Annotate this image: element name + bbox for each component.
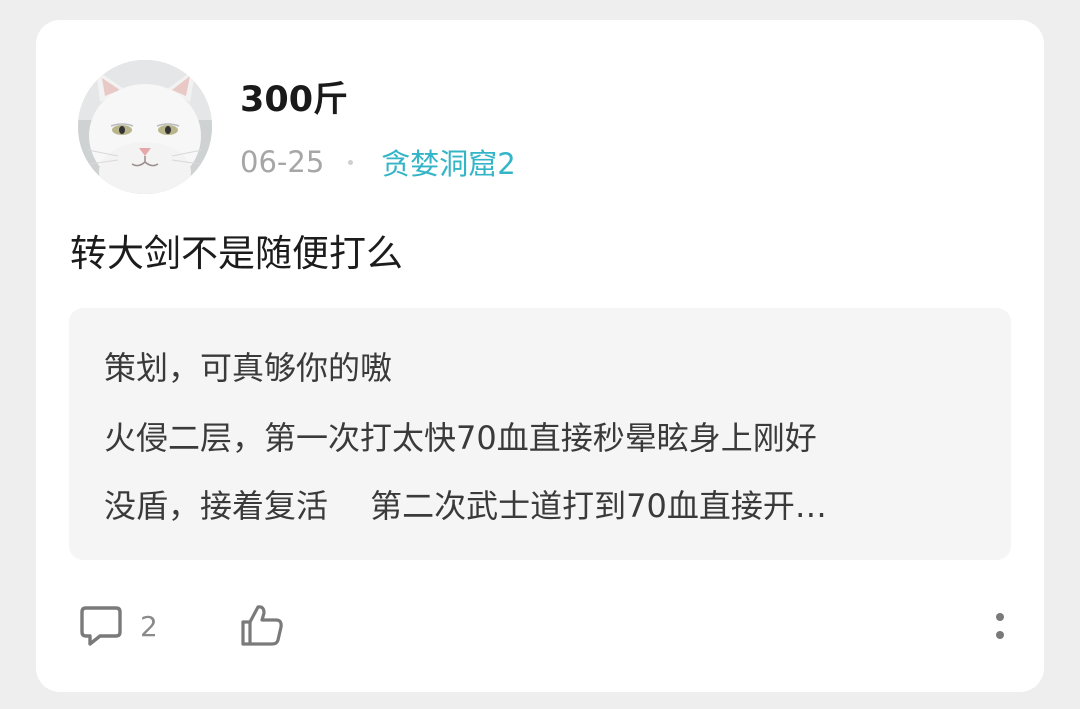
post-date: 06-25 [240, 145, 325, 179]
post-title[interactable]: 转大剑不是随便打么 [70, 228, 403, 280]
more-vertical-icon [996, 613, 1004, 639]
comment-count: 2 [140, 609, 158, 643]
post-card[interactable]: 300斤 06-25 贪婪洞窟2 转大剑不是随便打么 策划，可真够你的嗷 火侵二… [36, 20, 1044, 692]
comment-button[interactable]: 2 [78, 604, 158, 648]
thumbs-up-icon [241, 605, 283, 646]
like-button[interactable] [238, 602, 286, 650]
quoted-content[interactable]: 策划，可真够你的嗷 火侵二层，第一次打太快70血直接秒晕眩身上刚好 没盾，接着复… [69, 308, 1011, 560]
quote-line: 火侵二层，第一次打太快70血直接秒晕眩身上刚好 [104, 419, 817, 457]
more-button[interactable] [988, 608, 1012, 648]
quote-line: 没盾，接着复活 第二次武士道打到70血直接开… [104, 487, 827, 525]
avatar[interactable] [78, 60, 212, 194]
channel-link[interactable]: 贪婪洞窟2 [381, 141, 515, 183]
separator-dot [348, 159, 354, 165]
quote-line: 策划，可真够你的嗷 [104, 349, 393, 387]
action-bar: 2 [36, 596, 1044, 656]
white-cat-avatar-image [78, 60, 212, 194]
author-name[interactable]: 300斤 [240, 78, 348, 122]
comment-icon [80, 606, 122, 646]
post-meta: 06-25 贪婪洞窟2 [240, 140, 516, 184]
